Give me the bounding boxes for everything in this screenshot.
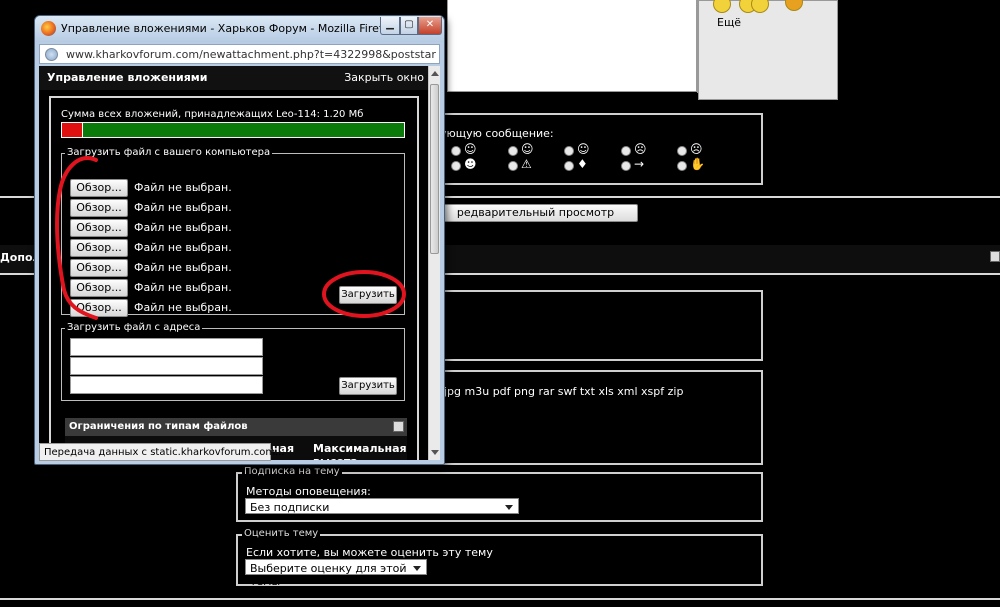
usage-progress-fill <box>62 123 83 137</box>
icon-radio[interactable] <box>621 146 631 156</box>
browse-button[interactable]: Обзор... <box>70 179 128 197</box>
address-bar[interactable]: www.kharkovforum.com/newattachment.php?t… <box>39 44 440 64</box>
status-bar: Передача данных с static.kharkovforum.co… <box>39 443 285 461</box>
sad-icon: ☹ <box>690 142 703 156</box>
scroll-thumb[interactable] <box>430 84 439 254</box>
file-limits-header: Ограничения по типам файлов <box>65 418 407 436</box>
local-upload-legend: Загрузить файл с вашего компьютера <box>65 147 273 158</box>
popup-header: Управление вложениями Закрыть окно <box>39 66 428 90</box>
chevron-down-icon <box>505 505 513 510</box>
notify-select-value: Без подписки <box>250 501 330 514</box>
options-box <box>436 290 763 361</box>
arrow-icon: → <box>634 157 645 171</box>
maximize-button[interactable]: ▢ <box>400 17 418 35</box>
smiley-icon[interactable] <box>785 0 803 11</box>
smile-icon: ☺ <box>577 142 590 156</box>
no-file-text: Файл не выбран. <box>134 301 232 314</box>
scroll-down-icon[interactable] <box>431 450 439 455</box>
icon-radio[interactable] <box>451 161 461 171</box>
icon-radio[interactable] <box>508 146 518 156</box>
minimize-button[interactable]: ▁ <box>380 17 400 35</box>
rate-label: Если хотите, вы можете оценить эту тему <box>246 546 493 559</box>
allowed-extensions: jpg m3u pdf png rar swf txt xls xml xspf… <box>444 385 684 398</box>
icon-radio[interactable] <box>564 146 574 156</box>
window-titlebar[interactable]: Управление вложениями - Харьков Форум - … <box>35 16 444 42</box>
url-upload-legend: Загрузить файл с адреса <box>65 322 203 333</box>
notify-label: Методы оповещения: <box>246 485 371 498</box>
message-icon-box <box>436 113 763 185</box>
browse-button[interactable]: Обзор... <box>70 239 128 257</box>
url-input[interactable] <box>70 376 263 394</box>
wink-icon: ☻ <box>464 157 477 171</box>
lightbulb-icon: ♦ <box>577 157 588 171</box>
icon-radio[interactable] <box>451 146 461 156</box>
smile-icon: ☺ <box>521 142 534 156</box>
close-window-link[interactable]: Закрыть окно <box>344 71 424 84</box>
popup-title: Управление вложениями <box>47 71 208 84</box>
popup-scrollbar[interactable] <box>428 66 440 460</box>
globe-icon <box>45 48 58 61</box>
browse-button[interactable]: Обзор... <box>70 199 128 217</box>
icon-radio[interactable] <box>564 161 574 171</box>
attachment-manager-window: Управление вложениями - Харьков Форум - … <box>34 15 445 465</box>
url-input[interactable] <box>70 338 263 356</box>
smiley-icon[interactable] <box>713 0 731 13</box>
col-max-height: Максимальная высота <box>313 442 407 460</box>
divider <box>697 0 699 93</box>
browse-button[interactable]: Обзор... <box>70 279 128 297</box>
icon-radio[interactable] <box>677 146 687 156</box>
popup-content: Управление вложениями Закрыть окно Сумма… <box>39 66 428 460</box>
no-file-text: Файл не выбран. <box>134 201 232 214</box>
rate-legend: Оценить тему <box>242 528 321 539</box>
firefox-icon <box>41 21 56 36</box>
upload-button[interactable]: Загрузить <box>339 286 397 304</box>
no-file-text: Файл не выбран. <box>134 241 232 254</box>
no-file-text: Файл не выбран. <box>134 281 232 294</box>
no-file-text: Файл не выбран. <box>134 261 232 274</box>
status-text: Передача данных с static.kharkovforum.co… <box>44 447 285 458</box>
rate-select[interactable]: Выберите оценку для этой темы <box>245 559 427 588</box>
browse-button[interactable]: Обзор... <box>70 299 128 317</box>
url-text: www.kharkovforum.com/newattachment.php?t… <box>66 48 436 61</box>
browse-button[interactable]: Обзор... <box>70 219 128 237</box>
angry-icon: ☹ <box>634 142 647 156</box>
no-file-text: Файл не выбран. <box>134 221 232 234</box>
subscribe-legend: Подписка на тему <box>242 466 342 477</box>
message-editor-area[interactable] <box>447 0 697 92</box>
thumbs-down-icon: ✋ <box>690 157 705 171</box>
chevron-down-icon <box>413 566 421 571</box>
icon-radio[interactable] <box>677 161 687 171</box>
message-icon-label: ующую сообщение: <box>440 127 554 140</box>
window-title: Управление вложениями - Харьков Форум - … <box>61 22 396 35</box>
smile-icon: ☺ <box>464 142 477 156</box>
smiley-icon[interactable] <box>751 0 769 13</box>
close-button[interactable]: ✕ <box>418 17 442 35</box>
usage-progress-bar <box>61 122 405 138</box>
icon-radio[interactable] <box>621 161 631 171</box>
file-limits-title: Ограничения по типам файлов <box>69 421 248 432</box>
warning-icon: ⚠ <box>521 157 532 171</box>
url-input[interactable] <box>70 357 263 375</box>
preview-button[interactable]: редварительный просмотр сообщения <box>433 204 638 235</box>
icon-radio[interactable] <box>508 161 518 171</box>
url-upload-button[interactable]: Загрузить <box>339 377 397 395</box>
collapse-icon[interactable] <box>990 251 1000 262</box>
more-smileys-link[interactable]: Ещё <box>717 16 741 29</box>
divider <box>0 598 1000 600</box>
scroll-up-icon[interactable] <box>431 71 439 76</box>
collapse-icon[interactable] <box>393 421 404 432</box>
notify-select[interactable]: Без подписки <box>245 498 519 514</box>
smiley-panel: Ещё <box>698 0 838 100</box>
no-file-text: Файл не выбран. <box>134 181 232 194</box>
usage-text: Сумма всех вложений, принадлежащих Leo-1… <box>61 109 364 120</box>
browse-button[interactable]: Обзор... <box>70 259 128 277</box>
